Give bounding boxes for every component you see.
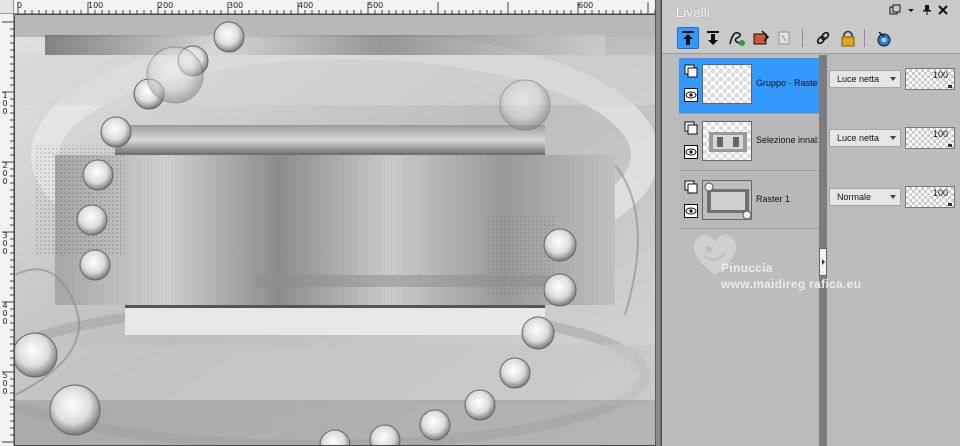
ruler-label: 500 xyxy=(368,1,384,10)
watermark-url: www.maidireg rafica.eu xyxy=(721,277,862,291)
restore-icon[interactable] xyxy=(887,4,903,20)
layer-thumbnail xyxy=(702,180,752,220)
toolbar-separator xyxy=(802,29,803,47)
ruler-label: 100 xyxy=(88,1,104,10)
layer-row-selezione-innalzata[interactable]: Selezione innalz xyxy=(679,115,819,171)
ruler-label: 0 xyxy=(17,1,23,10)
artwork xyxy=(15,15,655,445)
opacity-value: 100 xyxy=(932,188,948,198)
chevron-down-icon xyxy=(890,136,896,140)
close-icon[interactable] xyxy=(935,4,951,20)
vertical-ruler: 1 0 0 2 0 0 3 0 0 4 0 0 5 0 0 xyxy=(0,14,14,446)
ruler-label: 2 0 0 xyxy=(2,161,8,186)
opacity-slider[interactable]: 100 xyxy=(905,68,955,90)
layer-thumbnail xyxy=(702,121,752,161)
canvas-area[interactable]: 0 100 200 300 400 500 600 1 0 0 2 0 0 3 … xyxy=(0,0,660,446)
panel-titlebar[interactable]: Livelli xyxy=(662,0,960,24)
duplicate-icon[interactable] xyxy=(774,27,796,49)
ruler-label: 600 xyxy=(578,1,594,10)
blend-mode-value: Normale xyxy=(837,192,872,202)
layer-type-icon xyxy=(684,180,698,194)
pin-icon[interactable] xyxy=(919,4,935,20)
opacity-value: 100 xyxy=(932,70,948,80)
opacity-value: 100 xyxy=(932,129,948,139)
ruler-label: 300 xyxy=(228,1,244,10)
layer-name: Raster 1 xyxy=(756,194,791,204)
layer-type-icon xyxy=(684,121,698,135)
toolbar-separator xyxy=(864,29,865,47)
mask-icon[interactable] xyxy=(873,27,895,49)
ruler-label: 3 0 0 xyxy=(2,231,8,256)
blend-mode-select[interactable]: Luce netta xyxy=(829,129,901,147)
layers-toolbar xyxy=(662,24,960,54)
eye-icon[interactable] xyxy=(684,145,698,159)
chevron-down-icon xyxy=(890,195,896,199)
image-canvas[interactable] xyxy=(15,15,655,445)
ruler-label: 5 0 0 xyxy=(2,371,8,396)
move-layer-down-icon[interactable] xyxy=(702,27,724,49)
dropdown-icon[interactable] xyxy=(903,4,919,20)
eye-icon[interactable] xyxy=(684,88,698,102)
blend-mode-select[interactable]: Luce netta xyxy=(829,70,901,88)
opacity-bar xyxy=(948,144,952,147)
eye-icon[interactable] xyxy=(684,204,698,218)
layer-properties-icon[interactable] xyxy=(750,27,772,49)
watermark-name: Pinuccia xyxy=(721,261,773,275)
layer-name: Selezione innalz xyxy=(756,135,818,145)
group-layer-icon xyxy=(684,64,698,78)
blend-mode-value: Luce netta xyxy=(837,74,880,84)
canvas-scroll-edge xyxy=(655,0,660,446)
ruler-corner xyxy=(0,0,14,14)
ruler-label: 4 0 0 xyxy=(2,301,8,326)
ruler-label: 400 xyxy=(298,1,314,10)
opacity-slider[interactable]: 100 xyxy=(905,186,955,208)
move-layer-up-icon[interactable] xyxy=(677,27,699,49)
ruler-label: 1 0 0 xyxy=(2,91,8,116)
opacity-bar xyxy=(948,203,952,206)
blend-mode-value: Luce netta xyxy=(837,133,880,143)
layer-row-raster-1[interactable]: Raster 1 xyxy=(679,172,819,229)
layer-row-gruppo-raster[interactable]: Gruppo - Raster xyxy=(679,58,819,114)
opacity-bar xyxy=(948,85,952,88)
layer-thumbnail xyxy=(702,64,752,104)
panel-title: Livelli xyxy=(676,5,710,20)
ruler-label: 200 xyxy=(158,1,174,10)
layers-panel: Livelli Gruppo - Raster Luce netta 100 S… xyxy=(661,0,960,446)
link-icon[interactable] xyxy=(812,27,834,49)
blend-mode-select[interactable]: Normale xyxy=(829,188,901,206)
opacity-slider[interactable]: 100 xyxy=(905,127,955,149)
horizontal-ruler: 0 100 200 300 400 500 600 xyxy=(14,0,660,14)
layer-list: Gruppo - Raster Luce netta 100 Selezione… xyxy=(662,55,960,446)
scrollbar-grip[interactable] xyxy=(819,248,827,276)
lock-icon[interactable] xyxy=(837,27,859,49)
ruler-ticks xyxy=(17,2,656,14)
layer-name: Gruppo - Raster xyxy=(756,78,818,88)
new-layer-icon[interactable] xyxy=(726,27,748,49)
chevron-down-icon xyxy=(890,77,896,81)
